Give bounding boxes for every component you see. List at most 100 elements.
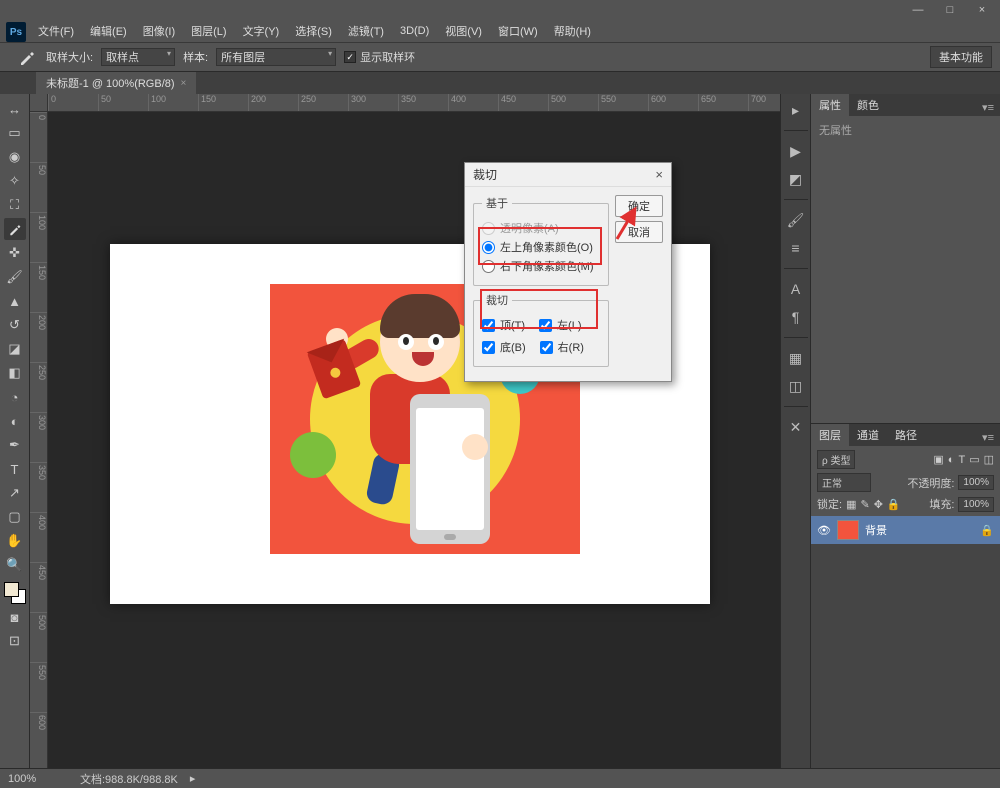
tab-layers[interactable]: 图层 [811,424,849,446]
filter-smart-icon[interactable]: ◫ [984,453,994,466]
sample-size-select[interactable]: 取样点 [101,48,175,66]
heal-tool[interactable]: ✜ [4,242,26,264]
dock-expand-icon[interactable]: ▸ [786,100,806,120]
color-swatch[interactable] [4,582,26,604]
brush-tool[interactable]: 🖌 [4,266,26,288]
path-tool[interactable]: ↗ [4,482,26,504]
shape-tool[interactable]: ▢ [4,506,26,528]
eyedropper-icon [18,48,36,66]
document-tab[interactable]: 未标题-1 @ 100%(RGB/8) × [36,71,196,94]
brush-panel-icon[interactable]: 🖌 [786,210,806,230]
ruler-horizontal[interactable]: 0501001502002503003504004505005506006507… [48,94,780,112]
close-icon[interactable]: × [181,78,187,89]
check-bottom[interactable]: 底(B) [482,339,526,355]
tab-paths[interactable]: 路径 [887,424,925,446]
lock-label: 锁定: [817,496,842,512]
layer-name[interactable]: 背景 [865,522,887,538]
lock-position-icon[interactable]: ✥ [874,498,883,511]
tab-properties[interactable]: 属性 [811,94,849,116]
menu-3d[interactable]: 3D(D) [394,23,435,39]
styles-panel-icon[interactable]: ◫ [786,376,806,396]
menu-edit[interactable]: 编辑(E) [84,21,133,41]
dialog-titlebar[interactable]: 裁切 × [465,163,671,187]
show-ring-checkbox[interactable]: ✓ 显示取样环 [344,49,415,65]
tab-channels[interactable]: 通道 [849,424,887,446]
menu-layer[interactable]: 图层(L) [185,21,232,41]
stamp-tool[interactable]: ▲ [4,290,26,312]
eraser-tool[interactable]: ◪ [4,338,26,360]
menu-help[interactable]: 帮助(H) [548,21,597,41]
radio-bottomright[interactable]: 右下角像素颜色(M) [482,258,600,274]
workspace-switcher[interactable]: 基本功能 [930,46,992,68]
layer-row[interactable]: 👁 背景 🔒 [811,516,1000,544]
menu-image[interactable]: 图像(I) [137,21,181,41]
sample-select[interactable]: 所有图层 [216,48,336,66]
zoom-level[interactable]: 100% [8,773,68,785]
check-top[interactable]: 顶(T) [482,317,525,333]
window-close-button[interactable]: × [970,3,994,17]
properties-body: 无属性 [811,116,1000,423]
screenmode-tool[interactable]: ⊡ [4,630,26,652]
text-tool[interactable]: T [4,458,26,480]
opacity-value[interactable]: 100% [958,475,994,490]
lock-transparency-icon[interactable]: ▦ [846,498,856,511]
panel-menu-icon[interactable]: ▾≡ [976,99,1000,116]
menu-filter[interactable]: 滤镜(T) [342,21,390,41]
brushpresets-panel-icon[interactable]: ≡ [786,238,806,258]
check-left[interactable]: 左(L) [539,317,581,333]
zoom-tool[interactable]: 🔍 [4,554,26,576]
visibility-icon[interactable]: 👁 [817,524,831,537]
dialog-close-icon[interactable]: × [655,167,663,182]
ok-button[interactable]: 确定 [615,195,663,217]
pen-tool[interactable]: ✒ [4,434,26,456]
wand-tool[interactable]: ✧ [4,170,26,192]
filter-text-icon[interactable]: T [958,454,965,466]
radio-topleft[interactable]: 左上角像素颜色(O) [482,239,600,255]
layer-thumb[interactable] [837,520,859,540]
fill-value[interactable]: 100% [958,497,994,512]
history-panel-icon[interactable]: ▶ [786,141,806,161]
layer-list[interactable]: 👁 背景 🔒 [811,516,1000,768]
window-minimize-button[interactable]: — [906,3,930,17]
filter-adjust-icon[interactable]: ◐ [948,454,955,466]
menu-view[interactable]: 视图(V) [439,21,488,41]
gradient-tool[interactable]: ◧ [4,362,26,384]
menu-window[interactable]: 窗口(W) [492,21,544,41]
check-right[interactable]: 右(R) [540,339,584,355]
swatches-panel-icon[interactable]: ▦ [786,348,806,368]
cancel-button[interactable]: 取消 [615,221,663,243]
blur-tool[interactable]: ◔ [4,386,26,408]
marquee-tool[interactable]: ▭ [4,122,26,144]
filter-image-icon[interactable]: ▣ [933,453,943,466]
tools-panel-icon[interactable]: ✕ [786,417,806,437]
window-maximize-button[interactable]: □ [938,3,962,17]
actions-panel-icon[interactable]: ◩ [786,169,806,189]
ruler-origin[interactable] [30,94,48,112]
tab-color[interactable]: 颜色 [849,94,887,116]
check-icon: ✓ [344,51,356,63]
hand-tool[interactable]: ✋ [4,530,26,552]
based-on-legend: 基于 [482,195,512,211]
panel-menu-icon[interactable]: ▾≡ [976,429,1000,446]
lock-brush-icon[interactable]: ✎ [860,498,869,511]
fg-color[interactable] [4,582,19,597]
character-panel-icon[interactable]: A [786,279,806,299]
lock-all-icon[interactable]: 🔒 [887,498,901,511]
menu-select[interactable]: 选择(S) [289,21,338,41]
move-tool[interactable]: ↔ [4,98,26,120]
quickmask-tool[interactable]: ◙ [4,606,26,628]
filter-shape-icon[interactable]: ▭ [969,453,979,466]
filter-kind-select[interactable]: ρ 类型 [817,450,855,469]
dodge-tool[interactable]: ◐ [4,410,26,432]
menu-type[interactable]: 文字(Y) [237,21,286,41]
lasso-tool[interactable]: ◉ [4,146,26,168]
blend-mode-select[interactable]: 正常 [817,473,871,492]
crop-tool[interactable]: ⛶ [4,194,26,216]
ruler-vertical[interactable]: 050100150200250300350400450500550600 [30,112,48,768]
lock-icon[interactable]: 🔒 [980,524,994,537]
paragraph-panel-icon[interactable]: ¶ [786,307,806,327]
menu-file[interactable]: 文件(F) [32,21,80,41]
eyedropper-tool[interactable] [4,218,26,240]
history-brush-tool[interactable]: ↺ [4,314,26,336]
status-caret-icon[interactable]: ▸ [190,772,196,785]
